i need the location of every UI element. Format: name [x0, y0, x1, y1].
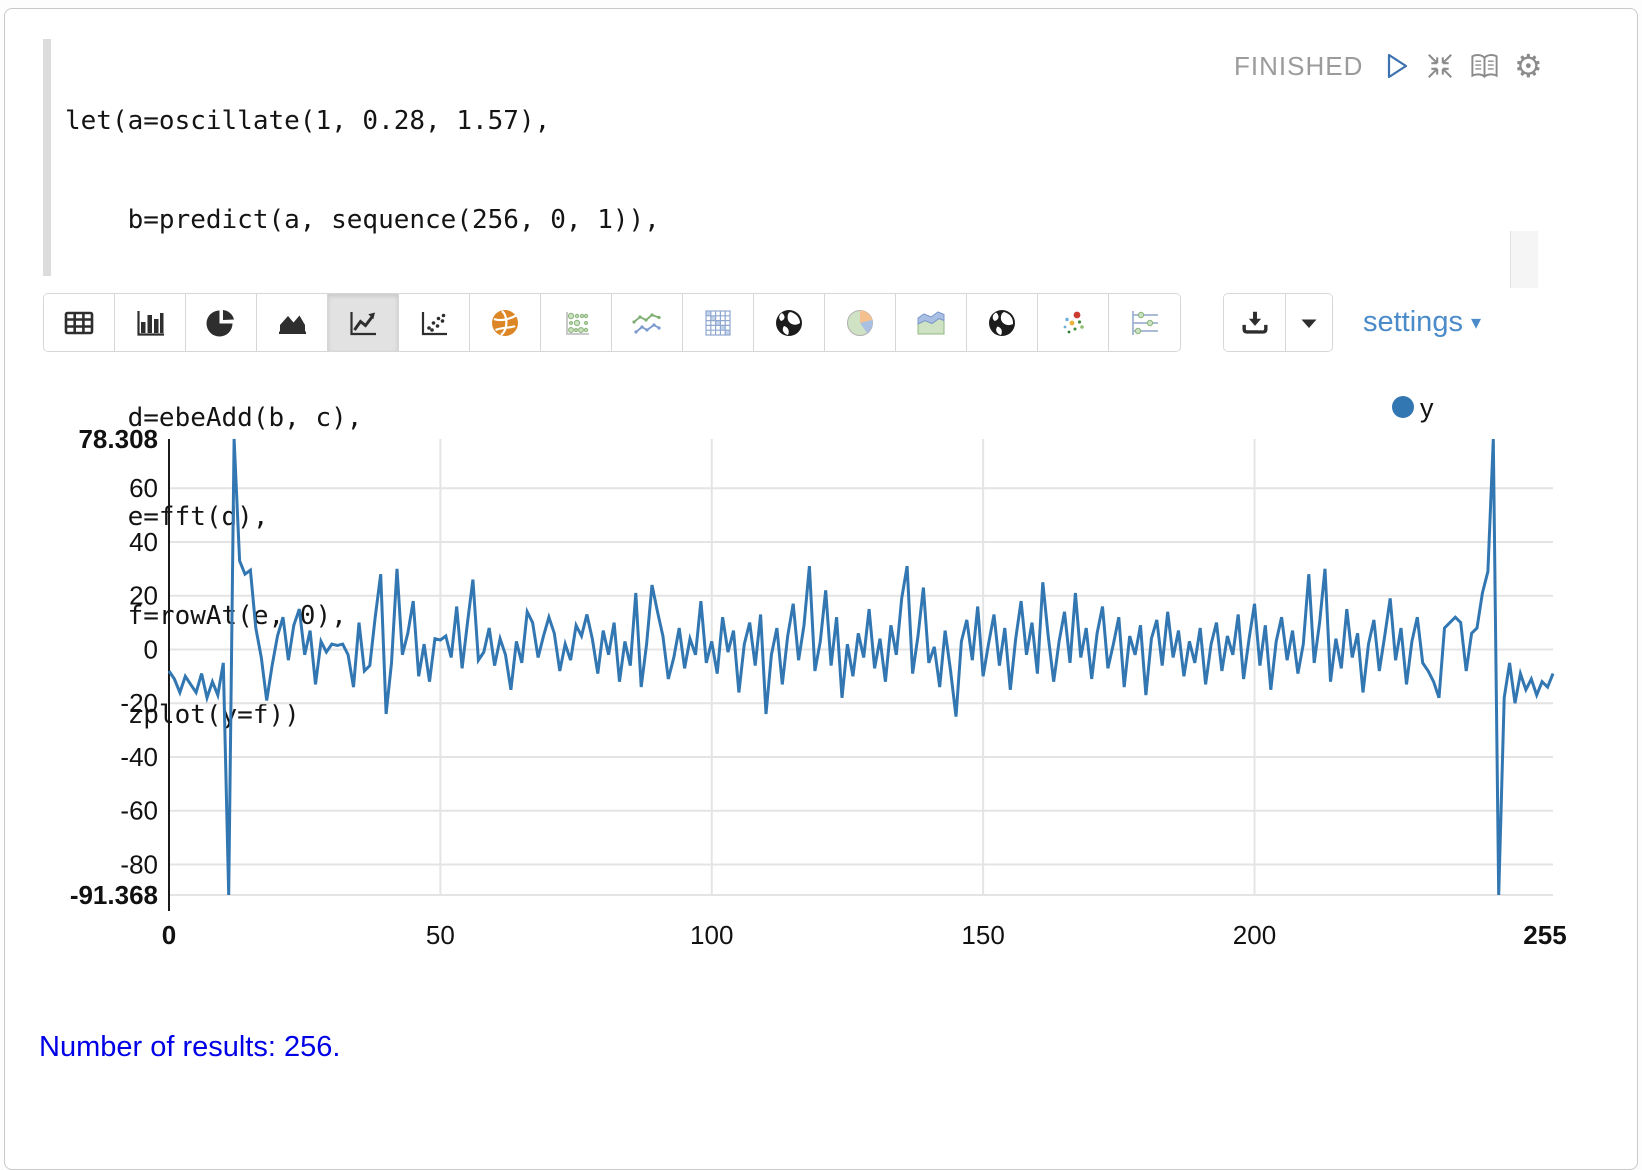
chart-type-bar-button[interactable] — [115, 294, 186, 351]
chart-type-parallel-coords-button[interactable] — [1109, 294, 1180, 351]
chart-type-globe-button[interactable] — [754, 294, 825, 351]
sliders-icon — [1128, 306, 1162, 340]
svg-text:200: 200 — [1233, 920, 1276, 950]
chart-type-scatter-colored-button[interactable] — [1038, 294, 1109, 351]
chart-type-line-button[interactable] — [328, 294, 399, 351]
result-chart-area: 78.3086040200-20-40-60-80-91.36805010015… — [5, 387, 1639, 984]
minimize-icon — [1425, 51, 1455, 81]
svg-text:0: 0 — [144, 634, 158, 664]
svg-text:50: 50 — [426, 920, 455, 950]
table-icon — [62, 306, 96, 340]
run-button[interactable] — [1379, 49, 1413, 83]
chart-type-map-button[interactable] — [470, 294, 541, 351]
chart-type-globe2-button[interactable] — [967, 294, 1038, 351]
globe-orange-icon — [488, 306, 522, 340]
svg-text:-91.368: -91.368 — [70, 880, 158, 910]
caret-down-icon — [1297, 311, 1321, 335]
chart-type-scatter-button[interactable] — [399, 294, 470, 351]
chart-type-table-button[interactable] — [44, 294, 115, 351]
show-editor-button[interactable] — [1467, 49, 1501, 83]
visualization-toolbar: settings ▾ — [5, 293, 1637, 351]
settings-label: settings — [1363, 306, 1463, 339]
svg-text:100: 100 — [690, 920, 733, 950]
export-group — [1223, 293, 1333, 352]
bubble-matrix-icon — [559, 306, 593, 340]
heatmap-icon — [701, 306, 735, 340]
results-count-text: Number of results: 256. — [39, 1031, 340, 1064]
book-icon — [1468, 51, 1501, 82]
svg-text:0: 0 — [162, 920, 176, 950]
result-line-chart[interactable]: 78.3086040200-20-40-60-80-91.36805010015… — [5, 387, 1639, 984]
download-icon — [1239, 307, 1271, 339]
globe-dark-icon — [772, 306, 806, 340]
svg-text:-40: -40 — [120, 742, 158, 772]
svg-text:78.308: 78.308 — [78, 424, 158, 454]
svg-text:150: 150 — [961, 920, 1004, 950]
chart-type-stacked-area-button[interactable] — [896, 294, 967, 351]
gear-icon: ⚙ — [1514, 49, 1543, 83]
pie-chart-icon — [204, 306, 238, 340]
svg-text:-80: -80 — [120, 849, 158, 879]
settings-toggle[interactable]: settings ▾ — [1363, 293, 1481, 351]
pie-colored-icon — [843, 306, 877, 340]
svg-text:255: 255 — [1523, 920, 1566, 950]
code-line: b=predict(a, sequence(256, 0, 1)), — [65, 204, 848, 237]
play-icon — [1380, 50, 1412, 82]
chart-type-multiline-button[interactable] — [612, 294, 683, 351]
notebook-paragraph-card: let(a=oscillate(1, 0.28, 1.57), b=predic… — [4, 8, 1638, 1170]
svg-text:-60: -60 — [120, 796, 158, 826]
scatter-colored-icon — [1056, 306, 1090, 340]
chart-type-pie-colored-button[interactable] — [825, 294, 896, 351]
status-badge: FINISHED — [1234, 51, 1363, 82]
bar-chart-icon — [133, 306, 167, 340]
scatter-plot-icon — [417, 306, 451, 340]
multi-line-icon — [630, 306, 664, 340]
svg-text:20: 20 — [129, 581, 158, 611]
settings-caret-icon: ▾ — [1471, 310, 1481, 335]
chart-type-area-button[interactable] — [257, 294, 328, 351]
svg-text:40: 40 — [129, 527, 158, 557]
svg-text:60: 60 — [129, 473, 158, 503]
paragraph-controls: FINISHED — [1234, 49, 1545, 83]
code-gutter-bar — [43, 39, 51, 276]
minimize-button[interactable] — [1423, 49, 1457, 83]
globe-dark-2-icon — [985, 306, 1019, 340]
stacked-area-icon — [914, 306, 948, 340]
area-chart-icon — [275, 306, 309, 340]
line-chart-icon — [346, 306, 380, 340]
svg-text:y: y — [1420, 393, 1434, 423]
code-line: let(a=oscillate(1, 0.28, 1.57), — [65, 105, 848, 138]
paragraph-settings-button[interactable]: ⚙ — [1511, 49, 1545, 83]
chart-type-heatmap-button[interactable] — [683, 294, 754, 351]
download-options-button[interactable] — [1286, 294, 1332, 351]
chart-type-group — [43, 293, 1181, 352]
editor-scrollbar[interactable] — [1510, 231, 1538, 288]
download-button[interactable] — [1224, 294, 1286, 351]
svg-text:-20: -20 — [120, 688, 158, 718]
chart-type-pie-button[interactable] — [186, 294, 257, 351]
chart-type-bubble-matrix-button[interactable] — [541, 294, 612, 351]
